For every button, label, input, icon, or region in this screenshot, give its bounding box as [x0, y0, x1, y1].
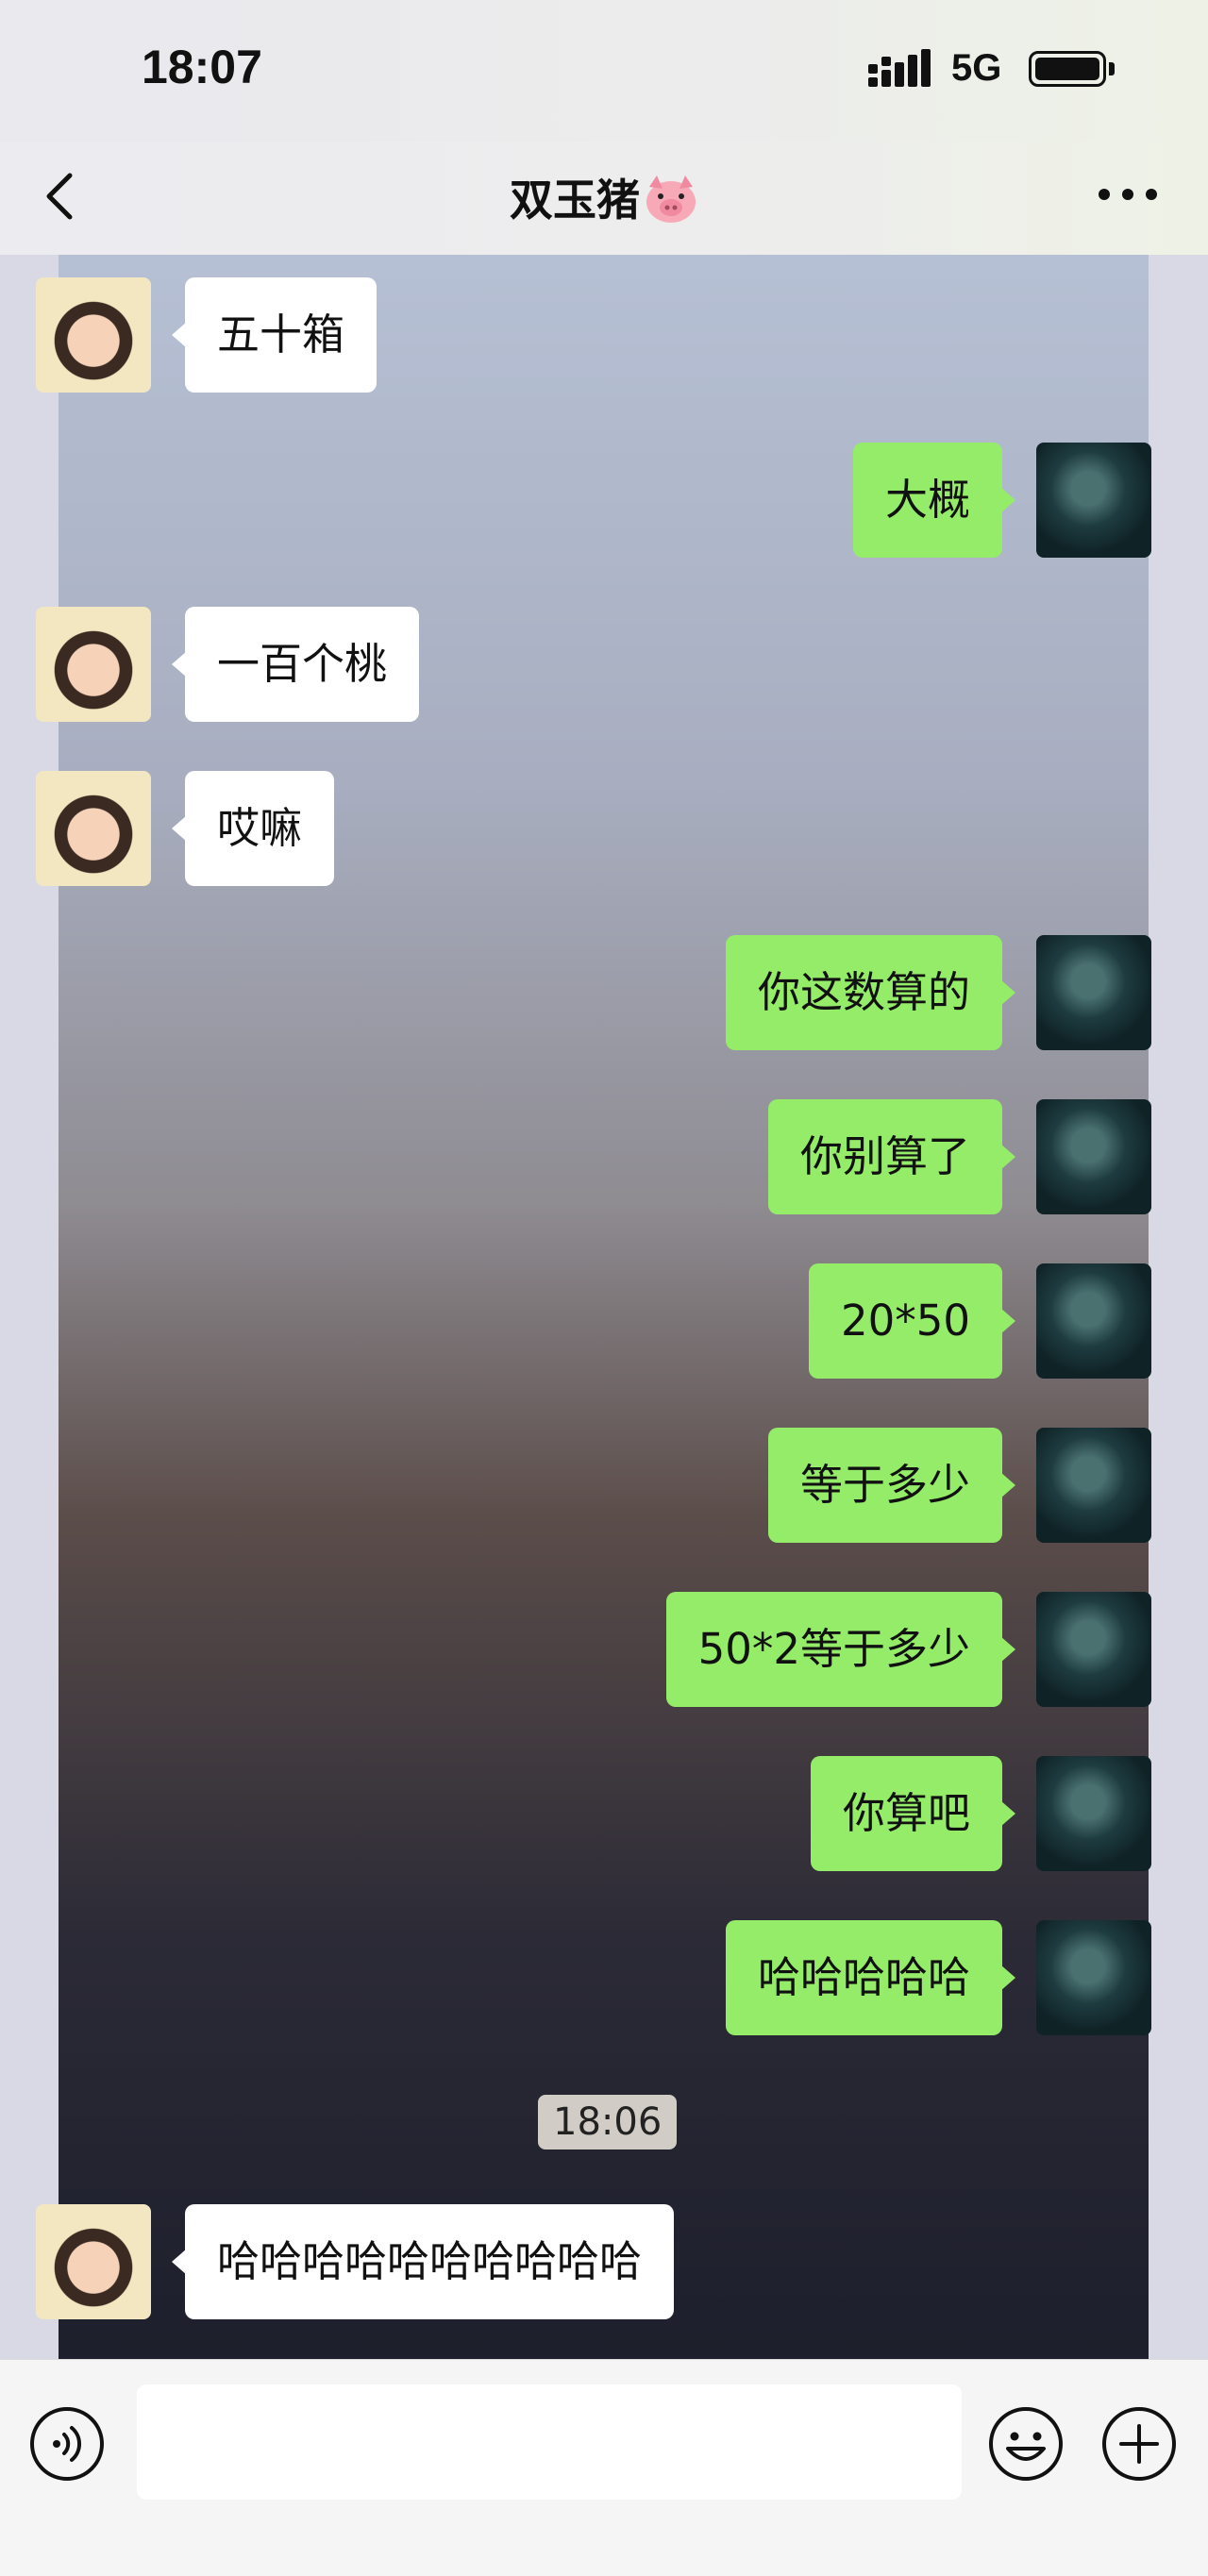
battery-tip [1109, 62, 1115, 75]
message-incoming: 哎嘛 [36, 771, 335, 886]
message-outgoing: 你这数算的 [725, 935, 1151, 1050]
contact-avatar[interactable] [36, 277, 151, 393]
chat-header: 双玉猪 [0, 142, 1208, 255]
message-bubble[interactable]: 你别算了 [767, 1099, 1016, 1214]
message-input[interactable] [137, 2384, 962, 2500]
message-incoming: 一百个桃 [36, 607, 420, 722]
message-bubble[interactable]: 20*50 [808, 1263, 1016, 1379]
message-timestamp: 18:06 [538, 2095, 678, 2149]
self-avatar[interactable] [1036, 1263, 1151, 1379]
self-avatar[interactable] [1036, 1592, 1151, 1707]
contact-avatar[interactable] [36, 2204, 151, 2319]
message-outgoing: 等于多少 [767, 1428, 1151, 1543]
network-type: 5G [951, 47, 1002, 89]
message-outgoing: 50*2等于多少 [665, 1592, 1151, 1707]
emoji-icon[interactable] [987, 2405, 1065, 2483]
self-avatar[interactable] [1036, 1756, 1151, 1871]
more-dots-icon[interactable] [1095, 185, 1161, 204]
message-bubble[interactable]: 大概 [852, 443, 1016, 558]
message-bubble[interactable]: 哈哈哈哈哈 [725, 1920, 1016, 2035]
message-outgoing: 你别算了 [767, 1099, 1151, 1214]
plus-icon[interactable] [1100, 2405, 1178, 2483]
message-incoming: 哈哈哈哈哈哈哈哈哈哈 [36, 2204, 675, 2319]
pig-emoji-icon [646, 176, 696, 223]
self-avatar[interactable] [1036, 1099, 1151, 1214]
message-outgoing: 哈哈哈哈哈 [725, 1920, 1151, 2035]
signal-icon [868, 49, 931, 87]
message-bubble[interactable]: 哎嘛 [171, 771, 335, 886]
message-bubble[interactable]: 五十箱 [171, 277, 378, 393]
chat-title: 双玉猪 [0, 166, 1208, 228]
message-bubble[interactable]: 50*2等于多少 [665, 1592, 1016, 1707]
chat-background[interactable]: 五十箱 大概 一百个桃 哎嘛 你这数算的 你别算了 20*50 等于多少 50*… [0, 255, 1208, 2359]
battery-icon [1029, 51, 1106, 87]
message-bubble[interactable]: 等于多少 [767, 1428, 1016, 1543]
message-incoming: 五十箱 [36, 277, 378, 393]
voice-icon[interactable] [28, 2405, 106, 2483]
message-bubble[interactable]: 哈哈哈哈哈哈哈哈哈哈 [171, 2204, 675, 2319]
contact-avatar[interactable] [36, 607, 151, 722]
message-outgoing: 20*50 [808, 1263, 1151, 1379]
message-outgoing: 你算吧 [810, 1756, 1151, 1871]
input-bar [0, 2359, 1208, 2576]
chat-title-text: 双玉猪 [510, 175, 640, 226]
status-time: 18:07 [142, 41, 262, 93]
message-bubble[interactable]: 一百个桃 [171, 607, 420, 722]
contact-avatar[interactable] [36, 771, 151, 886]
self-avatar[interactable] [1036, 443, 1151, 558]
message-bubble[interactable]: 你算吧 [810, 1756, 1016, 1871]
message-outgoing: 大概 [852, 443, 1151, 558]
status-bar: 18:07 5G [0, 0, 1208, 142]
self-avatar[interactable] [1036, 1428, 1151, 1543]
self-avatar[interactable] [1036, 935, 1151, 1050]
self-avatar[interactable] [1036, 1920, 1151, 2035]
message-bubble[interactable]: 你这数算的 [725, 935, 1016, 1050]
